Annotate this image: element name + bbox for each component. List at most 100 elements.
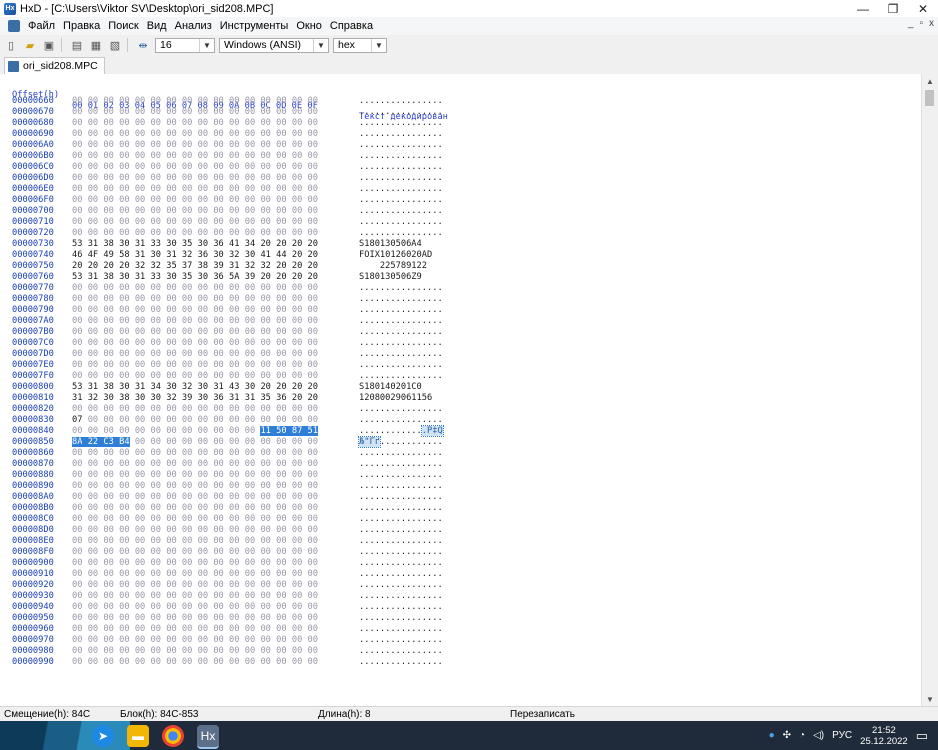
row-decoded-text[interactable]: ................ <box>359 316 443 327</box>
row-decoded-text[interactable]: ................ <box>359 470 443 481</box>
menu-file[interactable]: Файл <box>24 20 59 32</box>
menu-search[interactable]: Поиск <box>104 20 142 32</box>
row-hex-bytes[interactable]: 00 00 00 00 00 00 00 00 00 00 00 00 00 0… <box>72 327 318 338</box>
row-hex-bytes[interactable]: 00 00 00 00 00 00 00 00 00 00 00 00 00 0… <box>72 217 318 228</box>
row-hex-bytes[interactable]: 00 00 00 00 00 00 00 00 00 00 00 00 00 0… <box>72 448 318 459</box>
row-hex-bytes[interactable]: 00 00 00 00 00 00 00 00 00 00 00 00 00 0… <box>72 140 318 151</box>
row-hex-bytes[interactable]: 00 00 00 00 00 00 00 00 00 00 00 00 00 0… <box>72 470 318 481</box>
scroll-down-icon[interactable]: ▼ <box>922 692 938 706</box>
vertical-scrollbar[interactable]: ▲ ▼ <box>921 74 938 706</box>
row-decoded-text[interactable]: ................ <box>359 129 443 140</box>
row-hex-bytes[interactable]: 00 00 00 00 00 00 00 00 00 00 00 00 00 0… <box>72 349 318 360</box>
telegram-tray-icon[interactable]: ● <box>769 730 775 741</box>
row-hex-bytes[interactable]: 00 00 00 00 00 00 00 00 00 00 00 00 00 0… <box>72 404 318 415</box>
row-hex-bytes[interactable]: 00 00 00 00 00 00 00 00 00 00 00 00 00 0… <box>72 316 318 327</box>
row-hex-bytes[interactable]: 00 00 00 00 00 00 00 00 00 00 00 00 00 0… <box>72 547 318 558</box>
row-decoded-text[interactable]: ................ <box>359 514 443 525</box>
row-decoded-text[interactable]: ................ <box>359 613 443 624</box>
save-all-icon[interactable]: ▤ <box>69 37 85 53</box>
row-decoded-text[interactable]: ................ <box>359 525 443 536</box>
row-hex-bytes[interactable]: 00 00 00 00 00 00 00 00 00 00 00 00 00 0… <box>72 360 318 371</box>
row-hex-bytes[interactable]: 00 00 00 00 00 00 00 00 00 00 00 00 00 0… <box>72 646 318 657</box>
row-decoded-text[interactable]: ................ <box>359 294 443 305</box>
row-hex-bytes[interactable]: 8A 22 C3 B4 00 00 00 00 00 00 00 00 00 0… <box>72 437 318 448</box>
row-hex-bytes[interactable]: 53 31 38 30 31 34 30 32 30 31 43 30 20 2… <box>72 382 318 393</box>
menu-tools[interactable]: Инструменты <box>216 20 293 32</box>
row-decoded-text[interactable]: ................ <box>359 360 443 371</box>
row-decoded-text[interactable]: ................ <box>359 195 443 206</box>
clock[interactable]: 21:52 25.12.2022 <box>860 725 908 747</box>
row-hex-bytes[interactable]: 00 00 00 00 00 00 00 00 00 00 00 00 00 0… <box>72 283 318 294</box>
row-decoded-text[interactable]: ................ <box>359 569 443 580</box>
row-decoded-text[interactable]: ................ <box>359 118 443 129</box>
row-hex-bytes[interactable]: 20 20 20 20 32 32 35 37 38 39 31 32 32 2… <box>72 261 318 272</box>
open-file-icon[interactable]: ▰ <box>22 37 38 53</box>
mdi-minimize-button[interactable]: _ <box>908 18 914 29</box>
row-decoded-text[interactable]: ................ <box>359 96 443 107</box>
row-decoded-text[interactable]: ................ <box>359 459 443 470</box>
row-decoded-text[interactable]: ................ <box>359 481 443 492</box>
row-decoded-text[interactable]: S180130506A4 <box>359 239 443 250</box>
row-decoded-text[interactable]: ................ <box>359 107 443 118</box>
row-decoded-text[interactable]: ................ <box>359 657 443 668</box>
row-hex-bytes[interactable]: 00 00 00 00 00 00 00 00 00 00 00 00 00 0… <box>72 338 318 349</box>
row-hex-bytes[interactable]: 00 00 00 00 00 00 00 00 00 00 00 00 00 0… <box>72 305 318 316</box>
row-decoded-text[interactable]: ................ <box>359 547 443 558</box>
row-decoded-text[interactable]: ................ <box>359 371 443 382</box>
row-hex-bytes[interactable]: 00 00 00 00 00 00 00 00 00 00 00 00 00 0… <box>72 107 318 118</box>
bytes-per-row-select[interactable]: 16 ▼ <box>155 37 215 53</box>
save-icon[interactable]: ▣ <box>41 37 57 53</box>
row-decoded-text[interactable]: ................ <box>359 349 443 360</box>
row-decoded-text[interactable]: ................ <box>359 536 443 547</box>
row-hex-bytes[interactable]: 00 00 00 00 00 00 00 00 00 00 00 00 00 0… <box>72 228 318 239</box>
row-decoded-text[interactable]: FOIX10126020AD <box>359 250 443 261</box>
row-decoded-text[interactable]: ................ <box>359 492 443 503</box>
hxd-taskbar-icon[interactable]: Hx <box>197 725 219 749</box>
row-decoded-text[interactable]: Љ"Гґ............ <box>358 436 443 448</box>
decoded-selection[interactable]: .P‡Q <box>420 425 444 437</box>
volume-icon[interactable]: ◁) <box>813 730 824 741</box>
row-hex-bytes[interactable]: 00 00 00 00 00 00 00 00 00 00 00 00 00 0… <box>72 657 318 668</box>
maximize-button[interactable]: ❐ <box>878 0 908 17</box>
menu-window[interactable]: Окно <box>292 20 326 32</box>
row-decoded-text[interactable]: ................ <box>359 140 443 151</box>
row-decoded-text[interactable]: ................ <box>359 305 443 316</box>
row-decoded-text[interactable]: ................ <box>359 591 443 602</box>
row-hex-bytes[interactable]: 00 00 00 00 00 00 00 00 00 00 00 00 00 0… <box>72 294 318 305</box>
wifi-icon[interactable]: ◔ <box>799 730 805 741</box>
row-hex-bytes[interactable]: 00 00 00 00 00 00 00 00 00 00 00 00 00 0… <box>72 151 318 162</box>
row-hex-bytes[interactable]: 00 00 00 00 00 00 00 00 00 00 00 00 00 0… <box>72 184 318 195</box>
row-decoded-text[interactable]: ................ <box>359 184 443 195</box>
charset-select[interactable]: Windows (ANSI) ▼ <box>219 37 329 53</box>
row-hex-bytes[interactable]: 00 00 00 00 00 00 00 00 00 00 00 00 00 0… <box>72 580 318 591</box>
row-hex-bytes[interactable]: 00 00 00 00 00 00 00 00 00 00 00 00 11 5… <box>72 426 319 437</box>
row-decoded-text[interactable]: ................ <box>359 173 443 184</box>
row-decoded-text[interactable]: ................ <box>359 624 443 635</box>
mdi-restore-button[interactable]: ▫ <box>919 18 923 29</box>
scroll-up-icon[interactable]: ▲ <box>922 74 938 88</box>
row-hex-bytes[interactable]: 00 00 00 00 00 00 00 00 00 00 00 00 00 0… <box>72 602 318 613</box>
row-decoded-text[interactable]: ................ <box>359 283 443 294</box>
chevron-down-icon[interactable]: ▼ <box>199 38 214 52</box>
close-button[interactable]: ✕ <box>908 0 938 17</box>
new-file-icon[interactable]: ▯ <box>3 37 19 53</box>
row-hex-bytes[interactable]: 31 32 30 38 30 30 32 39 30 36 31 31 35 3… <box>72 393 318 404</box>
display-mode-select[interactable]: hex ▼ <box>333 37 387 53</box>
hex-editor-view[interactable]: Offset(h) 00 01 02 03 04 05 06 07 08 09 … <box>0 74 922 706</box>
telegram-icon[interactable]: ➤ <box>92 725 114 747</box>
menu-edit[interactable]: Правка <box>59 20 104 32</box>
row-decoded-text[interactable]: S180140201C0 <box>359 382 443 393</box>
row-hex-bytes[interactable]: 00 00 00 00 00 00 00 00 00 00 00 00 00 0… <box>72 459 318 470</box>
row-decoded-text[interactable]: ................ <box>359 558 443 569</box>
notifications-icon[interactable]: ▭ <box>916 728 928 744</box>
row-decoded-text[interactable]: .............P‡Q <box>359 425 444 437</box>
row-decoded-text[interactable]: ................ <box>359 448 443 459</box>
row-decoded-text[interactable]: ................ <box>359 151 443 162</box>
row-hex-bytes[interactable]: 00 00 00 00 00 00 00 00 00 00 00 00 00 0… <box>72 558 318 569</box>
row-decoded-text[interactable]: ................ <box>359 228 443 239</box>
minimize-button[interactable]: — <box>848 0 878 17</box>
row-decoded-text[interactable]: 225789122 <box>359 261 443 272</box>
row-hex-bytes[interactable]: 00 00 00 00 00 00 00 00 00 00 00 00 00 0… <box>72 536 318 547</box>
row-hex-bytes[interactable]: 46 4F 49 58 31 30 31 32 36 30 32 30 41 4… <box>72 250 318 261</box>
row-hex-bytes[interactable]: 00 00 00 00 00 00 00 00 00 00 00 00 00 0… <box>72 96 318 107</box>
